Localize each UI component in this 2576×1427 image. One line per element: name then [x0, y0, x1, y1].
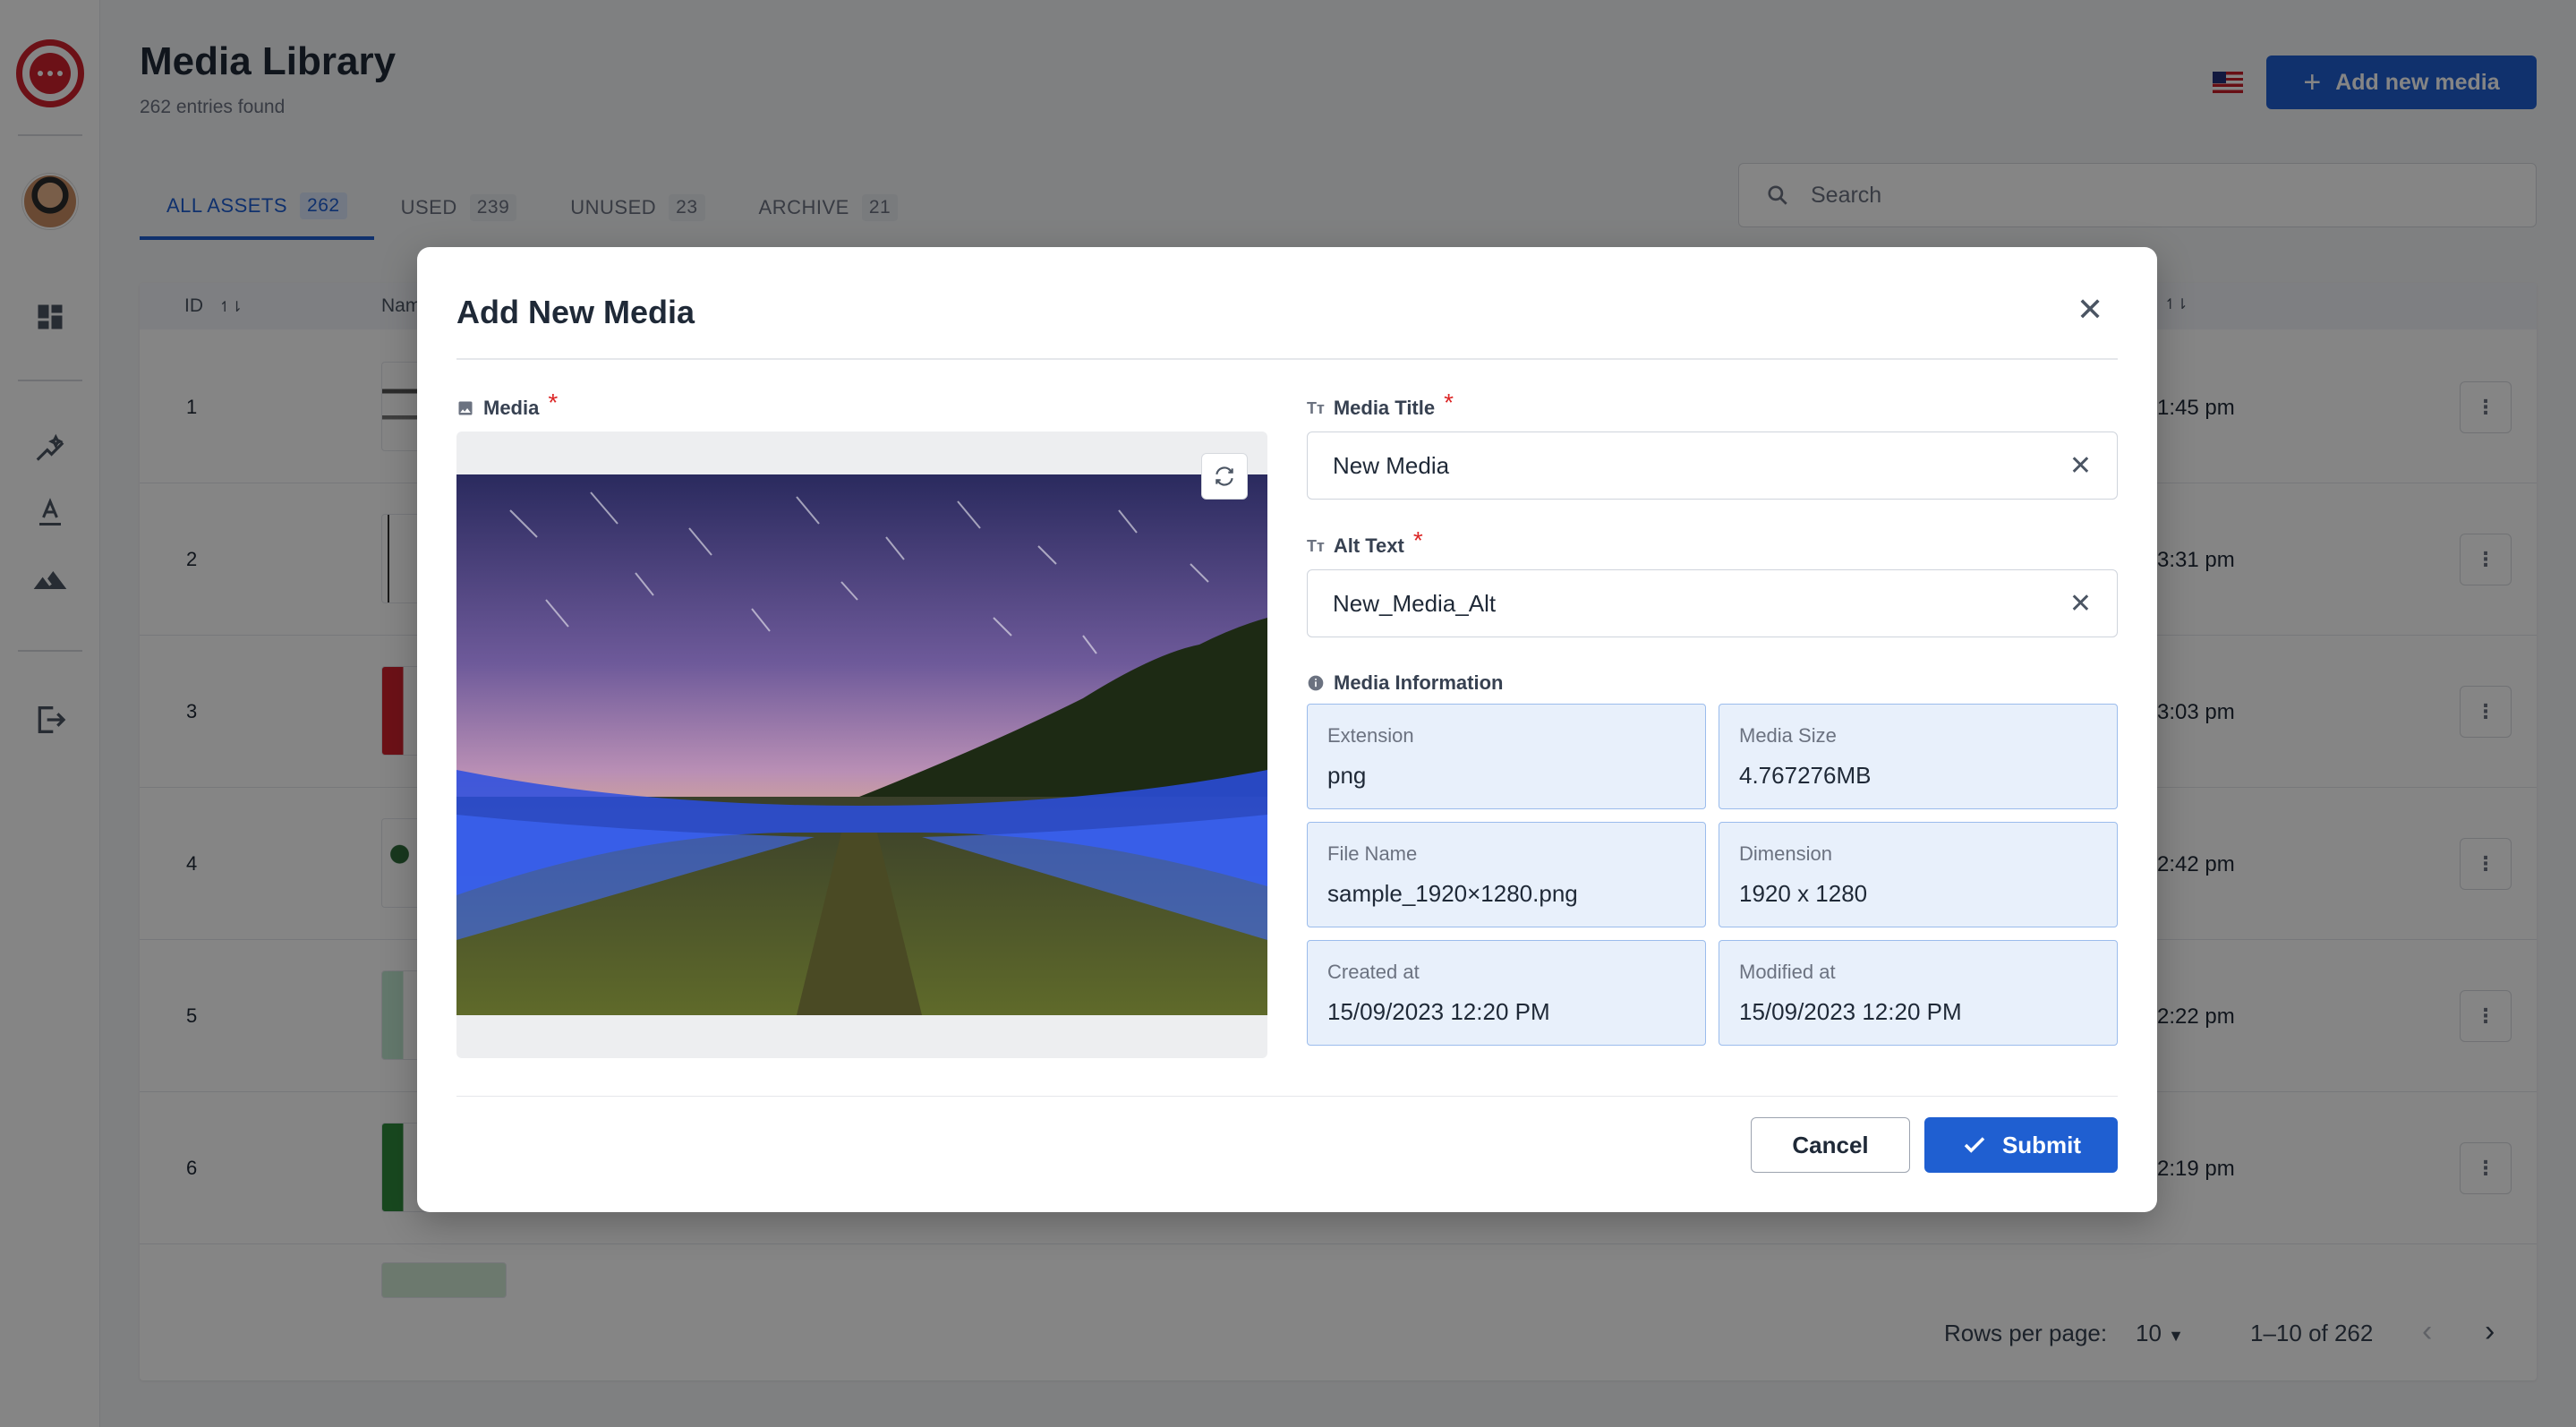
- info-value: 1920 x 1280: [1739, 880, 1868, 907]
- required-marker: *: [1412, 526, 1423, 554]
- media-label-text: Media: [483, 397, 540, 419]
- info-value: sample_1920×1280.png: [1327, 880, 1578, 907]
- alt-text-label: Tт Alt Text *: [1307, 528, 1423, 559]
- image-icon: [458, 401, 473, 415]
- submit-label: Submit: [2001, 1131, 2082, 1158]
- alt-text-label-text: Alt Text: [1333, 534, 1404, 557]
- clear-icon[interactable]: ✕: [2069, 450, 2092, 482]
- info-card-created-at: Created at 15/09/2023 12:20 PM: [1307, 940, 1706, 1046]
- media-label: Media *: [456, 390, 558, 421]
- submit-button[interactable]: Submit: [1924, 1117, 2118, 1173]
- info-value: 4.767276MB: [1739, 762, 1872, 789]
- info-value: png: [1327, 762, 1367, 789]
- alt-text-input[interactable]: [1333, 589, 2069, 618]
- info-card-modified-at: Modified at 15/09/2023 12:20 PM: [1719, 940, 2118, 1046]
- info-card-file-name: File Name sample_1920×1280.png: [1307, 822, 1706, 927]
- dialog-footer-divider: [456, 1096, 2118, 1097]
- info-card-dimension: Dimension 1920 x 1280: [1719, 822, 2118, 927]
- info-key: Modified at: [1739, 961, 1836, 983]
- cancel-button[interactable]: Cancel: [1751, 1117, 1910, 1173]
- add-media-dialog: Add New Media ✕ Media * Tт Media Title *…: [417, 247, 2157, 1212]
- info-value: 15/09/2023 12:20 PM: [1327, 998, 1550, 1025]
- required-marker: *: [1444, 389, 1454, 416]
- info-key: Dimension: [1739, 842, 1832, 865]
- info-key: File Name: [1327, 842, 1418, 865]
- media-title-field: ✕: [1307, 432, 2118, 500]
- text-type-icon: Tт: [1307, 398, 1325, 417]
- check-icon: [1964, 1137, 1985, 1153]
- media-info-heading-text: Media Information: [1334, 671, 1504, 694]
- info-value: 15/09/2023 12:20 PM: [1739, 998, 1962, 1025]
- alt-text-field: ✕: [1307, 569, 2118, 637]
- media-title-label: Tт Media Title *: [1307, 390, 1454, 421]
- dialog-title: Add New Media: [456, 294, 695, 330]
- preview-image: [456, 474, 1267, 1015]
- info-card-media-size: Media Size 4.767276MB: [1719, 704, 2118, 809]
- close-icon[interactable]: ✕: [2077, 294, 2103, 326]
- media-title-input[interactable]: [1333, 451, 2069, 480]
- refresh-icon: [1215, 466, 1233, 486]
- media-preview: [456, 432, 1267, 1058]
- info-card-extension: Extension png: [1307, 704, 1706, 809]
- clear-icon[interactable]: ✕: [2069, 588, 2092, 620]
- text-type-icon: Tт: [1307, 536, 1325, 555]
- replace-media-button[interactable]: [1201, 453, 1248, 500]
- media-info-heading: Media Information: [1307, 671, 1503, 695]
- dialog-divider: [456, 358, 2118, 360]
- info-key: Media Size: [1739, 724, 1837, 747]
- info-icon: [1308, 675, 1324, 691]
- required-marker: *: [548, 389, 559, 416]
- media-title-label-text: Media Title: [1333, 397, 1436, 419]
- info-key: Extension: [1327, 724, 1414, 747]
- info-key: Created at: [1327, 961, 1420, 983]
